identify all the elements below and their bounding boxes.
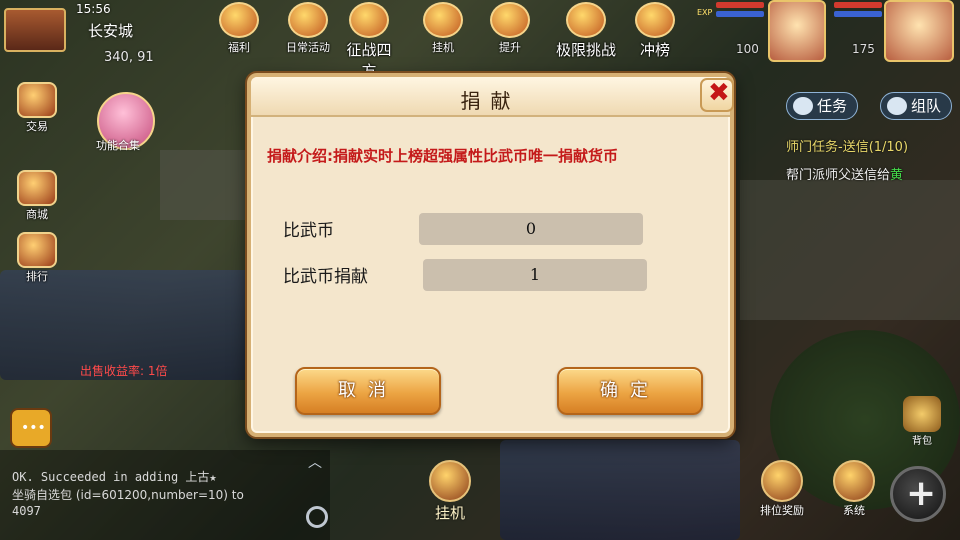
mask-icon: [429, 460, 471, 502]
reward-label: 排位奖励: [760, 504, 804, 517]
exp-label: EXP: [697, 8, 713, 17]
gear-icon[interactable]: [306, 506, 328, 528]
arrow-up-icon: [490, 2, 530, 38]
team-tab-label: 组队: [911, 97, 942, 115]
warrior-icon: [349, 2, 389, 38]
log-line: OK. Succeeded in adding 上古★: [12, 470, 217, 484]
coordinates: 340, 91: [104, 50, 154, 65]
idle-button[interactable]: 挂机: [418, 460, 482, 523]
trophy-icon: [635, 2, 675, 38]
clock: 15:56: [76, 2, 111, 16]
chevron-up-icon[interactable]: ︿: [308, 452, 322, 472]
top-menu-label: 挂机: [432, 41, 454, 54]
lantern-icon: [288, 2, 328, 38]
top-menu-campaign[interactable]: 征战四方: [340, 2, 398, 81]
task-highlight: 黄: [890, 168, 904, 183]
top-menu-label: 日常活动: [286, 41, 330, 54]
reward-icon: [761, 460, 803, 502]
shield-icon: [566, 2, 606, 38]
top-menu-idle[interactable]: 挂机: [414, 2, 472, 55]
rank-label: 排行: [26, 270, 48, 283]
sell-rate-text: 出售收益率: 1倍: [80, 364, 168, 378]
bag-label: 背包: [912, 436, 932, 447]
top-menu-label: 福利: [228, 41, 250, 54]
task-tab[interactable]: 任务: [786, 92, 859, 120]
donation-dialog: 捐献 ✖ 捐献介绍:捐献实时上榜超强属性比武币唯一捐献货币 比武币 0 比武币捐…: [247, 73, 734, 437]
donate-amount-input[interactable]: 1: [423, 259, 647, 291]
donation-intro: 捐献介绍:捐献实时上榜超强属性比武币唯一捐献货币: [267, 147, 619, 165]
top-menu-daily[interactable]: 日常活动: [279, 2, 337, 55]
dialog-header: 捐献: [251, 77, 730, 117]
dialog-title: 捐献: [460, 89, 521, 113]
donate-label: 比武币捐献: [283, 267, 368, 287]
pet-level: 100: [736, 42, 759, 56]
task-description[interactable]: 帮门派师父送信给黄: [786, 164, 903, 183]
close-icon: ✖: [708, 78, 730, 108]
functions-label: 功能合集: [96, 139, 140, 152]
currency-label: 比武币: [283, 221, 334, 241]
team-icon: [887, 97, 907, 115]
mp-bar: [834, 11, 882, 17]
bag-button[interactable]: 背包: [896, 396, 948, 447]
close-button[interactable]: ✖: [700, 78, 734, 112]
top-menu-label: 冲榜: [639, 41, 670, 59]
cancel-button[interactable]: 取消: [295, 367, 441, 415]
sword-icon: [423, 2, 463, 38]
chat-button[interactable]: •••: [10, 408, 52, 448]
player-avatar[interactable]: [884, 0, 954, 62]
trade-button[interactable]: 交易: [10, 82, 64, 134]
trade-label: 交易: [26, 120, 48, 133]
city-name: 长安城: [88, 22, 134, 40]
confirm-button[interactable]: 确定: [557, 367, 703, 415]
pet-avatar[interactable]: [768, 0, 826, 62]
idle-label: 挂机: [434, 504, 465, 522]
location-panel: 15:56 今日 长安城 340, 91: [0, 0, 170, 70]
gift-icon: [219, 2, 259, 38]
player-level: 175: [852, 42, 875, 56]
currency-value: 0: [419, 213, 643, 245]
team-tab[interactable]: 组队: [880, 92, 953, 120]
refresh-icon: [793, 97, 813, 115]
rank-button[interactable]: 排行: [10, 232, 64, 284]
plus-icon: +: [906, 473, 937, 514]
minimap-icon[interactable]: [4, 8, 66, 52]
system-label: 系统: [843, 504, 865, 517]
task-description-text: 帮门派师父送信给: [786, 168, 891, 183]
bag-icon: [903, 396, 941, 432]
top-menu-ranking[interactable]: 冲榜: [626, 2, 684, 60]
log-line: 坐骑自选包 (id=601200,number=10) to: [12, 488, 244, 502]
chat-icon: •••: [21, 420, 46, 436]
top-menu-label: 极限挑战: [555, 41, 616, 59]
shop-icon: [17, 170, 57, 206]
status-bars: [716, 2, 764, 28]
system-button[interactable]: 系统: [822, 460, 886, 518]
reward-button[interactable]: 排位奖励: [750, 460, 814, 518]
hp-bar: [834, 2, 882, 8]
task-title[interactable]: 师门任务-送信(1/10): [786, 136, 908, 155]
shop-label: 商城: [26, 208, 48, 221]
top-menu-upgrade[interactable]: 提升: [481, 2, 539, 55]
task-tab-label: 任务: [817, 97, 848, 115]
top-menu-label: 提升: [499, 41, 521, 54]
top-menu-welfare[interactable]: 福利: [210, 2, 268, 55]
shop-button[interactable]: 商城: [10, 170, 64, 222]
expand-menu-button[interactable]: +: [890, 466, 946, 522]
rank-icon: [17, 232, 57, 268]
log-line: 4097: [12, 504, 41, 518]
status-bars: [834, 2, 882, 28]
abacus-icon: [17, 82, 57, 118]
mp-bar: [716, 11, 764, 17]
top-menu-challenge[interactable]: 极限挑战: [548, 2, 624, 60]
hp-bar: [716, 2, 764, 8]
system-icon: [833, 460, 875, 502]
